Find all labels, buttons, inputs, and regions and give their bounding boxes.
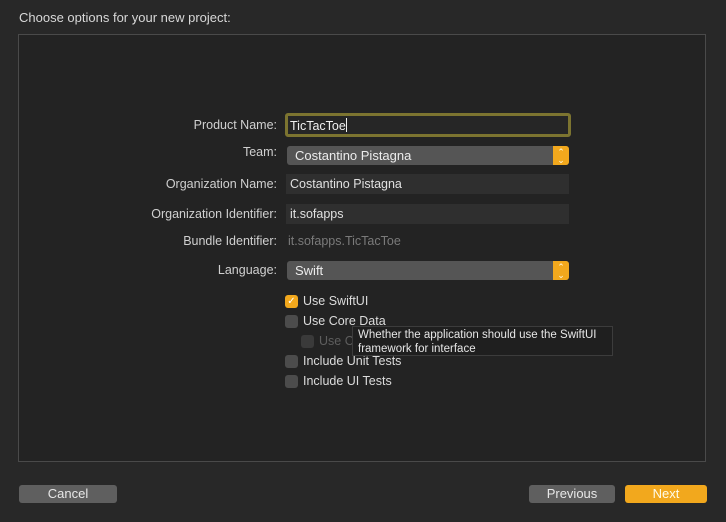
language-label: Language: xyxy=(217,263,277,277)
organization-identifier-label: Organization Identifier: xyxy=(151,207,277,221)
checkbox-box xyxy=(301,334,314,348)
language-selected-value: Swift xyxy=(295,263,324,278)
checkbox-box xyxy=(285,354,298,368)
product-name-label: Product Name: xyxy=(193,118,277,132)
next-button[interactable]: Next xyxy=(625,485,707,503)
product-name-input[interactable]: TicTacToe xyxy=(285,113,571,137)
popup-stepper-icon: ⌃ ⌄ xyxy=(553,146,569,165)
organization-name-value: Costantino Pistagna xyxy=(290,177,402,191)
text-caret xyxy=(345,118,347,132)
organization-identifier-input[interactable]: it.sofapps xyxy=(286,204,569,224)
bundle-identifier-label: Bundle Identifier: xyxy=(183,234,277,248)
checkmark-icon: ✓ xyxy=(285,294,298,308)
swiftui-tooltip: Whether the application should use the S… xyxy=(352,326,613,356)
organization-identifier-value: it.sofapps xyxy=(290,207,344,221)
checkbox-box xyxy=(285,374,298,388)
dialog-title: Choose options for your new project: xyxy=(19,10,231,25)
team-popup[interactable]: Costantino Pistagna ⌃ ⌄ xyxy=(287,146,569,165)
chevron-down-icon: ⌄ xyxy=(557,154,565,165)
organization-name-input[interactable]: Costantino Pistagna xyxy=(286,174,569,194)
options-panel xyxy=(18,34,706,462)
cancel-button[interactable]: Cancel xyxy=(19,485,117,503)
team-label: Team: xyxy=(242,145,277,159)
bundle-identifier-value: it.sofapps.TicTacToe xyxy=(288,234,401,248)
chevron-down-icon: ⌄ xyxy=(557,269,565,280)
use-swiftui-checkbox[interactable]: ✓ Use SwiftUI xyxy=(285,293,368,309)
checkbox-label: Use SwiftUI xyxy=(303,294,369,308)
organization-name-label: Organization Name: xyxy=(165,177,277,191)
language-popup[interactable]: Swift ⌃ ⌄ xyxy=(287,261,569,280)
team-selected-value: Costantino Pistagna xyxy=(295,148,412,163)
checkbox-label: Include Unit Tests xyxy=(303,354,402,368)
product-name-value: TicTacToe xyxy=(290,119,346,133)
checkbox-label: Include UI Tests xyxy=(303,374,392,388)
popup-stepper-icon: ⌃ ⌄ xyxy=(553,261,569,280)
previous-button[interactable]: Previous xyxy=(529,485,615,503)
checkbox-box xyxy=(285,314,298,328)
include-ui-tests-checkbox[interactable]: Include UI Tests xyxy=(285,373,392,389)
